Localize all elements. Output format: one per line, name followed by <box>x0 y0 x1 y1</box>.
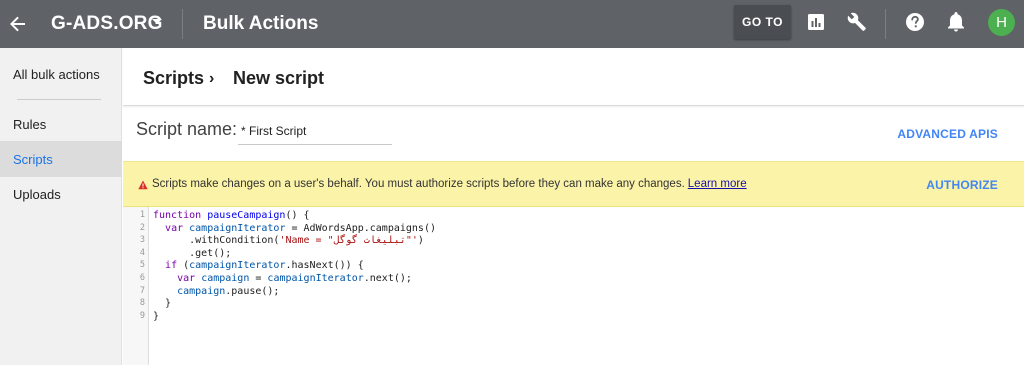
code-line: } <box>153 298 171 310</box>
code-token: pauseCampaign <box>207 210 286 221</box>
script-name-row: Script name: * First Script ADVANCED API… <box>123 107 1024 161</box>
advanced-apis-button[interactable]: ADVANCED APIS <box>897 127 998 141</box>
sidebar-divider <box>17 99 101 100</box>
main-content: Scripts › New script Script name: * Firs… <box>123 48 1024 365</box>
breadcrumb-scripts[interactable]: Scripts <box>143 68 204 89</box>
code-token: campaignIterator <box>267 273 364 284</box>
warning-text: Scripts make changes on a user's behalf.… <box>152 178 685 190</box>
script-name-label: Script name: <box>136 119 238 139</box>
code-line: } <box>153 311 159 323</box>
line-number: 5 <box>139 260 145 271</box>
line-number: 3 <box>139 235 145 246</box>
authorization-warning-banner: Scripts make changes on a user's behalf.… <box>123 161 1024 207</box>
chevron-down-icon[interactable] <box>152 19 162 24</box>
page-title: New script <box>233 68 325 88</box>
line-number: 8 <box>139 298 145 309</box>
top-app-bar: G-ADS.ORG Bulk Actions GO TO H <box>0 0 1024 48</box>
code-editor[interactable]: 1 2 34 5 6 7 89 function pauseCampaign() { var… <box>123 207 1024 365</box>
account-name[interactable]: G-ADS.ORG <box>51 13 163 35</box>
code-token: .next(); <box>363 273 412 284</box>
goto-button[interactable]: GO TO <box>734 5 791 39</box>
code-token: campaignIterator <box>189 260 286 272</box>
code-token: var <box>165 222 190 234</box>
code-token: if <box>165 260 184 272</box>
code-token: .hasNext()) { <box>285 260 364 272</box>
code-token: var <box>177 273 202 284</box>
code-line: function pauseCampaign() { <box>153 210 310 222</box>
code-token: campaignIterator <box>189 222 286 234</box>
sidebar-nav: All bulk actions Rules Scripts Uploads <box>0 48 122 365</box>
line-number: 2 <box>139 222 145 233</box>
code-line: if (campaignIterator.hasNext()) { <box>153 260 364 272</box>
code-token: 'Name = "تبلیغات گوگل"' <box>279 235 418 247</box>
warning-icon <box>138 180 148 190</box>
sidebar-item-rules[interactable]: Rules <box>0 106 122 142</box>
divider <box>885 9 886 39</box>
line-number: 9 <box>139 310 145 321</box>
line-number: 1 <box>139 210 145 220</box>
page-section-title: Bulk Actions <box>203 13 319 34</box>
code-line: var campaignIterator = AdWordsApp.campai… <box>153 223 436 235</box>
arrow-back-icon[interactable] <box>6 8 30 40</box>
code-token: .get(); <box>153 247 232 259</box>
code-token: .withCondition( <box>153 235 280 247</box>
tools-wrench-icon[interactable] <box>845 10 869 34</box>
reports-icon[interactable] <box>804 10 828 34</box>
code-token: .pause(); <box>225 285 280 297</box>
code-token: ) <box>417 235 424 247</box>
code-token: campaign <box>201 273 250 284</box>
chevron-right-icon: › <box>209 70 215 87</box>
help-icon[interactable] <box>903 10 927 34</box>
line-number-gutter: 1 2 34 5 6 7 89 <box>123 207 149 365</box>
line-number: 6 <box>139 273 145 283</box>
code-token: } <box>153 310 160 322</box>
authorize-button[interactable]: AUTHORIZE <box>926 178 998 192</box>
script-name-input[interactable]: * First Script <box>238 121 392 145</box>
breadcrumb: Scripts › New script <box>123 48 1024 106</box>
warning-message: Scripts make changes on a user's behalf.… <box>152 178 747 190</box>
code-token: = AdWordsApp.campaigns() <box>285 222 436 234</box>
code-token: function <box>153 210 208 221</box>
code-token: campaign <box>177 285 226 297</box>
line-number: 4 <box>139 247 145 258</box>
divider <box>182 9 183 39</box>
code-line: .get(); <box>153 248 231 260</box>
code-line: campaign.pause(); <box>153 286 279 298</box>
code-token: } <box>153 298 172 310</box>
code-token: = <box>249 273 268 284</box>
code-token: () { <box>285 210 310 221</box>
sidebar-item-scripts[interactable]: Scripts <box>0 141 122 177</box>
code-line: .withCondition('Name = "تبلیغات گوگل"') <box>153 235 424 247</box>
sidebar-item-all-bulk-actions[interactable]: All bulk actions <box>0 56 122 92</box>
learn-more-link[interactable]: Learn more <box>688 178 747 190</box>
sidebar-item-uploads[interactable]: Uploads <box>0 176 122 212</box>
notifications-bell-icon[interactable] <box>944 10 968 34</box>
avatar[interactable]: H <box>988 9 1015 36</box>
line-number: 7 <box>139 285 145 296</box>
code-line: var campaign = campaignIterator.next(); <box>153 273 412 285</box>
